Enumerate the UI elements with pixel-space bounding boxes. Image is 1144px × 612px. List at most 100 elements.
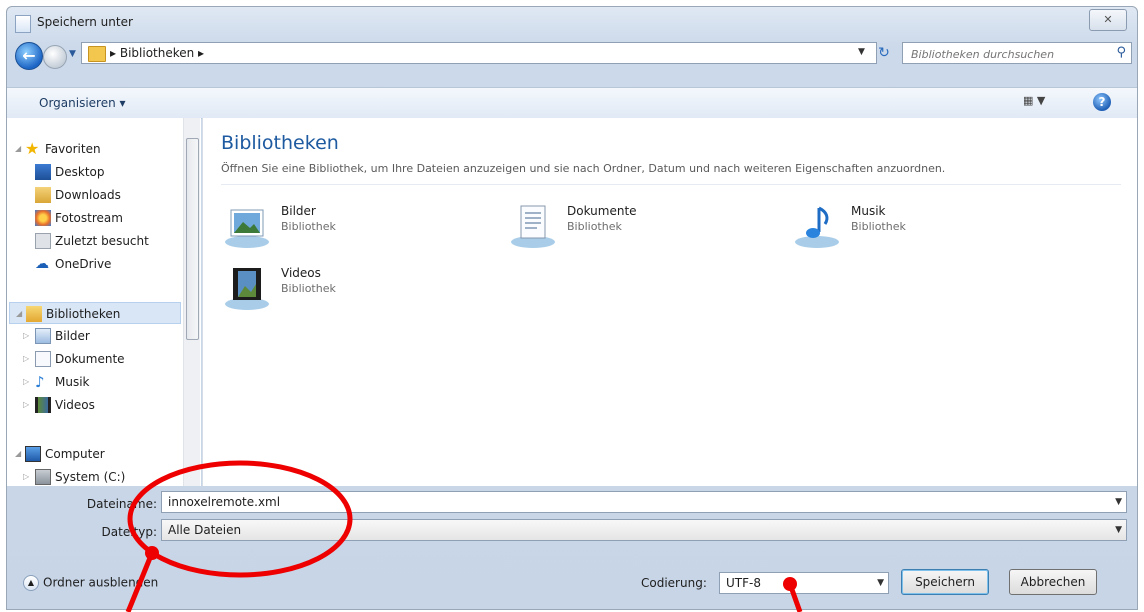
expand-icon[interactable]: ▷	[23, 348, 29, 370]
library-name: Musik	[851, 204, 886, 218]
forward-button[interactable]	[43, 45, 67, 69]
address-dropdown-icon[interactable]: ▼	[858, 47, 865, 57]
search-icon[interactable]: ⚲	[1116, 45, 1126, 60]
nav-item-downloads[interactable]: Downloads	[35, 184, 201, 206]
nav-item-system-c[interactable]: ▷ System (C:)	[23, 466, 201, 486]
library-dokumente[interactable]: Dokumente Bibliothek	[509, 202, 769, 256]
nav-item-dokumente[interactable]: ▷ Dokumente	[23, 348, 201, 370]
window-title: Speichern unter	[37, 15, 133, 29]
dialog-footer: ▲ Ordner ausblenden Codierung: UTF-8 ▼ Sp…	[7, 557, 1137, 609]
organize-menu-button[interactable]: Organisieren ▾	[39, 96, 126, 110]
close-button[interactable]: ✕	[1089, 9, 1127, 31]
encoding-value: UTF-8	[726, 576, 761, 590]
save-as-dialog: Speichern unter ✕ ← ▼ ▸ Bibliotheken ▸ ▼…	[6, 6, 1138, 610]
library-bilder[interactable]: Bilder Bibliothek	[223, 202, 483, 256]
search-input[interactable]	[909, 44, 1103, 64]
nav-item-label: Dokumente	[55, 352, 125, 366]
library-type: Bibliothek	[567, 220, 622, 233]
collapse-icon[interactable]: ◢	[15, 138, 21, 160]
title-bar: Speichern unter ✕	[7, 7, 1137, 37]
cancel-button[interactable]: Abbrechen	[1009, 569, 1097, 595]
desktop-icon	[35, 164, 51, 180]
expand-icon[interactable]: ▷	[23, 325, 29, 347]
nav-computer-label: Computer	[45, 447, 105, 461]
computer-icon	[25, 446, 41, 462]
nav-item-label: Musik	[55, 375, 90, 389]
search-box[interactable]: ⚲	[902, 42, 1132, 64]
nav-libraries[interactable]: ◢ Bibliotheken	[9, 302, 181, 324]
back-button[interactable]: ←	[15, 42, 43, 70]
page-description: Öffnen Sie eine Bibliothek, um Ihre Date…	[221, 162, 946, 175]
filetype-row: Dateityp:	[7, 521, 157, 543]
divider	[221, 184, 1121, 185]
nav-item-bilder[interactable]: ▷ Bilder	[23, 325, 201, 347]
fotostream-icon	[35, 210, 51, 226]
nav-item-label: OneDrive	[55, 257, 112, 271]
breadcrumb[interactable]: ▸ Bibliotheken ▸	[110, 46, 204, 60]
nav-item-label: Fotostream	[55, 211, 123, 225]
collapse-icon[interactable]: ◢	[16, 303, 22, 325]
encoding-dropdown-icon[interactable]: ▼	[877, 578, 884, 588]
library-type: Bibliothek	[281, 282, 336, 295]
encoding-label: Codierung:	[641, 576, 707, 590]
library-name: Dokumente	[567, 204, 637, 218]
expand-icon[interactable]: ▷	[23, 371, 29, 393]
nav-scrollbar[interactable]	[183, 118, 200, 486]
help-icon[interactable]: ?	[1093, 93, 1111, 111]
save-button[interactable]: Speichern	[901, 569, 989, 595]
expand-icon[interactable]: ▷	[23, 394, 29, 416]
nav-item-label: Bilder	[55, 329, 90, 343]
downloads-folder-icon	[35, 187, 51, 203]
library-view: Bibliotheken Öffnen Sie eine Bibliothek,…	[202, 118, 1137, 486]
filename-dropdown-icon[interactable]: ▼	[1115, 497, 1122, 507]
library-type: Bibliothek	[851, 220, 906, 233]
nav-item-onedrive[interactable]: ☁ OneDrive	[35, 253, 201, 275]
nav-item-musik[interactable]: ▷ ♪ Musik	[23, 371, 201, 393]
nav-item-desktop[interactable]: Desktop	[35, 161, 201, 183]
encoding-select[interactable]: UTF-8 ▼	[719, 572, 889, 594]
nav-item-label: Downloads	[55, 188, 121, 202]
music-library-icon	[795, 206, 839, 248]
nav-libraries-label: Bibliotheken	[46, 307, 121, 321]
star-icon: ★	[25, 139, 40, 158]
nav-item-label: Desktop	[55, 165, 105, 179]
library-musik[interactable]: Musik Bibliothek	[793, 202, 1053, 256]
history-dropdown-icon[interactable]: ▼	[69, 49, 76, 59]
nav-item-recent[interactable]: Zuletzt besucht	[35, 230, 201, 252]
library-videos[interactable]: Videos Bibliothek	[223, 264, 483, 318]
page-title: Bibliotheken	[221, 132, 339, 154]
drive-icon	[35, 469, 51, 485]
address-bar[interactable]: ▸ Bibliotheken ▸ ▼	[81, 42, 877, 64]
libraries-icon	[26, 306, 42, 322]
nav-item-videos[interactable]: ▷ Videos	[23, 394, 201, 416]
nav-computer[interactable]: ◢ Computer	[15, 443, 193, 465]
nav-item-label: Zuletzt besucht	[55, 234, 149, 248]
documents-library-icon	[511, 205, 555, 248]
filetype-select[interactable]: Alle Dateien ▼	[161, 519, 1127, 541]
filename-row: Dateiname:	[7, 493, 157, 515]
nav-favorites-label: Favoriten	[45, 142, 101, 156]
nav-item-fotostream[interactable]: Fotostream	[35, 207, 201, 229]
filename-label: Dateiname:	[86, 497, 157, 511]
address-row: ← ▼ ▸ Bibliotheken ▸ ▼ ↻ ⚲	[7, 40, 1137, 70]
music-note-icon: ♪	[35, 373, 45, 391]
collapse-icon[interactable]: ◢	[15, 443, 21, 465]
hide-folders-button[interactable]: ▲ Ordner ausblenden	[23, 575, 158, 591]
film-icon	[35, 397, 51, 413]
library-type: Bibliothek	[281, 220, 336, 233]
filetype-value: Alle Dateien	[168, 523, 242, 537]
refresh-icon[interactable]: ↻	[873, 42, 895, 64]
chevron-up-icon: ▲	[23, 575, 39, 591]
view-options-icon[interactable]: ▦ ▼	[1023, 94, 1059, 112]
nav-favorites[interactable]: ◢ ★ Favoriten	[15, 138, 193, 160]
filename-input[interactable]: innoxelremote.xml	[168, 495, 280, 509]
filename-field[interactable]: innoxelremote.xml ▼	[161, 491, 1127, 513]
pictures-library-icon	[225, 209, 269, 248]
filetype-label: Dateityp:	[101, 525, 157, 539]
scrollbar-thumb[interactable]	[186, 138, 199, 340]
navigation-pane: ◢ ★ Favoriten Desktop Downloads Fotostre…	[7, 118, 201, 486]
expand-icon[interactable]: ▷	[23, 466, 29, 486]
nav-item-label: Videos	[55, 398, 95, 412]
filetype-dropdown-icon[interactable]: ▼	[1115, 525, 1122, 535]
library-name: Videos	[281, 266, 321, 280]
